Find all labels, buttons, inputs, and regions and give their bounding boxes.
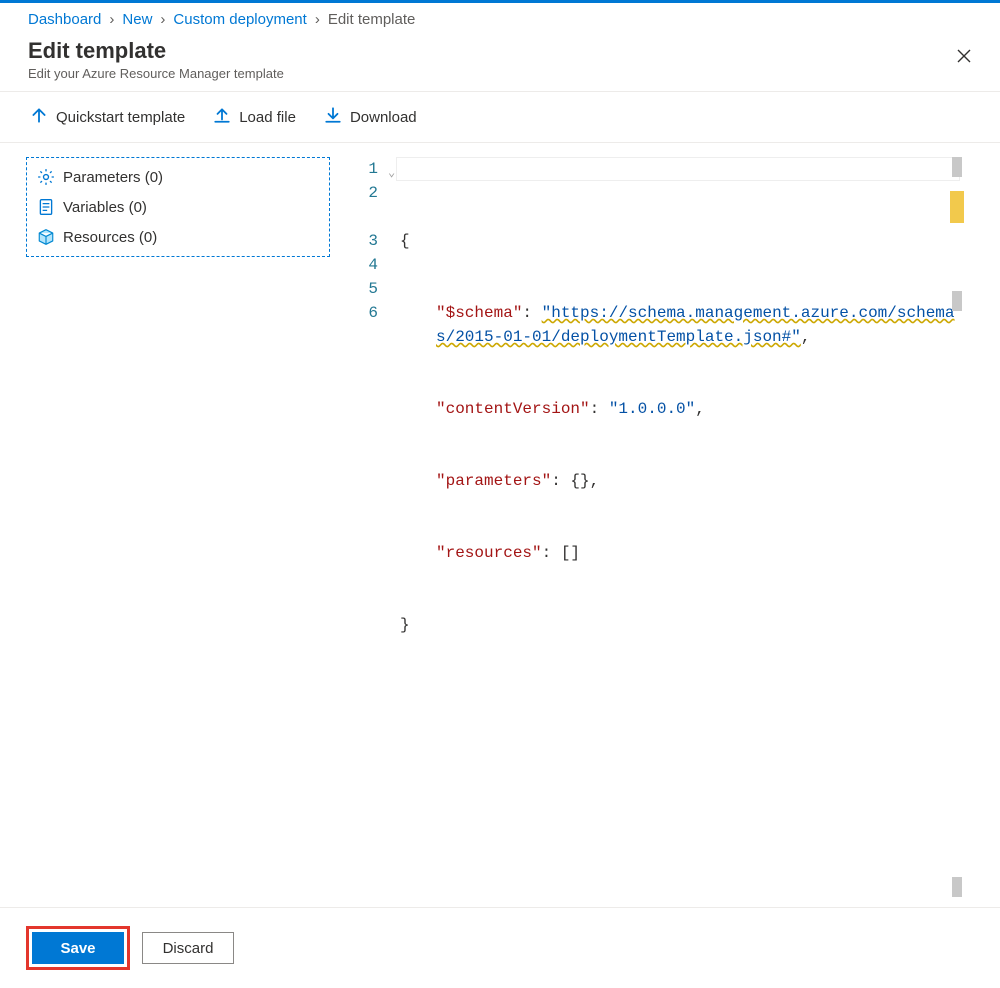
line-number: 3: [350, 229, 378, 253]
code-token: ,: [695, 400, 705, 418]
toolbar: Quickstart template Load file Download: [0, 92, 1000, 143]
code-token: :: [522, 304, 541, 322]
breadcrumb-dashboard[interactable]: Dashboard: [28, 11, 101, 28]
breadcrumb-new[interactable]: New: [122, 11, 152, 28]
quickstart-template-button[interactable]: Quickstart template: [28, 102, 187, 132]
breadcrumb-custom-deployment[interactable]: Custom deployment: [173, 11, 306, 28]
code-token: }: [400, 616, 410, 634]
content-area: Parameters (0) Variables (0) Resources (…: [0, 143, 1000, 899]
scroll-thumb[interactable]: [952, 877, 962, 897]
line-number: 2: [350, 181, 378, 229]
toolbar-label: Load file: [239, 109, 296, 126]
code-token: :: [542, 544, 561, 562]
code-area[interactable]: { "$schema": "https://schema.management.…: [396, 157, 960, 897]
tree-item-label: Parameters (0): [63, 169, 163, 186]
scroll-track: [950, 157, 964, 897]
load-file-button[interactable]: Load file: [211, 102, 298, 132]
code-token: {}: [570, 472, 589, 490]
current-line-highlight: [396, 157, 960, 181]
code-token: "1.0.0.0": [609, 400, 695, 418]
download-button[interactable]: Download: [322, 102, 419, 132]
line-number: 1: [350, 157, 378, 181]
close-button[interactable]: [950, 44, 978, 72]
code-editor[interactable]: 1 2 3 4 5 6 ⌄ { "$schema": "https://sche…: [350, 157, 974, 899]
code-token: :: [551, 472, 570, 490]
tree-item-resources[interactable]: Resources (0): [27, 222, 329, 252]
code-token: ,: [801, 328, 811, 346]
arrow-up-icon: [30, 106, 48, 128]
discard-button[interactable]: Discard: [142, 932, 234, 964]
line-number-gutter: 1 2 3 4 5 6 ⌄: [350, 157, 396, 897]
toolbar-label: Download: [350, 109, 417, 126]
close-icon: [956, 48, 972, 69]
vertical-scrollbar[interactable]: [950, 157, 964, 897]
tree-item-label: Variables (0): [63, 199, 147, 216]
tree-item-parameters[interactable]: Parameters (0): [27, 162, 329, 192]
line-number: 4: [350, 253, 378, 277]
tree-item-label: Resources (0): [63, 229, 157, 246]
cube-icon: [37, 228, 55, 246]
page-subtitle: Edit your Azure Resource Manager templat…: [28, 66, 972, 81]
code-token: "contentVersion": [436, 400, 590, 418]
document-icon: [37, 198, 55, 216]
line-number: 6: [350, 301, 378, 325]
scroll-thumb[interactable]: [952, 291, 962, 311]
template-tree: Parameters (0) Variables (0) Resources (…: [26, 157, 330, 257]
breadcrumb-separator: ›: [160, 11, 165, 28]
tree-item-variables[interactable]: Variables (0): [27, 192, 329, 222]
footer-actions: Save Discard: [0, 907, 1000, 988]
save-highlight-box: Save: [26, 926, 130, 970]
toolbar-label: Quickstart template: [56, 109, 185, 126]
save-button[interactable]: Save: [32, 932, 124, 964]
gear-icon: [37, 168, 55, 186]
code-token: {: [400, 232, 410, 250]
code-token: "$schema": [436, 304, 522, 322]
breadcrumb-current: Edit template: [328, 11, 416, 28]
breadcrumb: Dashboard › New › Custom deployment › Ed…: [0, 3, 1000, 34]
scroll-thumb[interactable]: [952, 157, 962, 177]
upload-icon: [213, 106, 231, 128]
breadcrumb-separator: ›: [109, 11, 114, 28]
code-token: "parameters": [436, 472, 551, 490]
line-number: 5: [350, 277, 378, 301]
code-token: "resources": [436, 544, 542, 562]
code-token: :: [590, 400, 609, 418]
breadcrumb-separator: ›: [315, 11, 320, 28]
code-token: []: [561, 544, 580, 562]
blade-header: Edit template Edit your Azure Resource M…: [0, 34, 1000, 92]
download-icon: [324, 106, 342, 128]
fold-caret-icon[interactable]: ⌄: [388, 161, 395, 185]
page-title: Edit template: [28, 38, 972, 64]
scroll-warning-marker[interactable]: [950, 191, 964, 223]
code-token: ,: [590, 472, 600, 490]
